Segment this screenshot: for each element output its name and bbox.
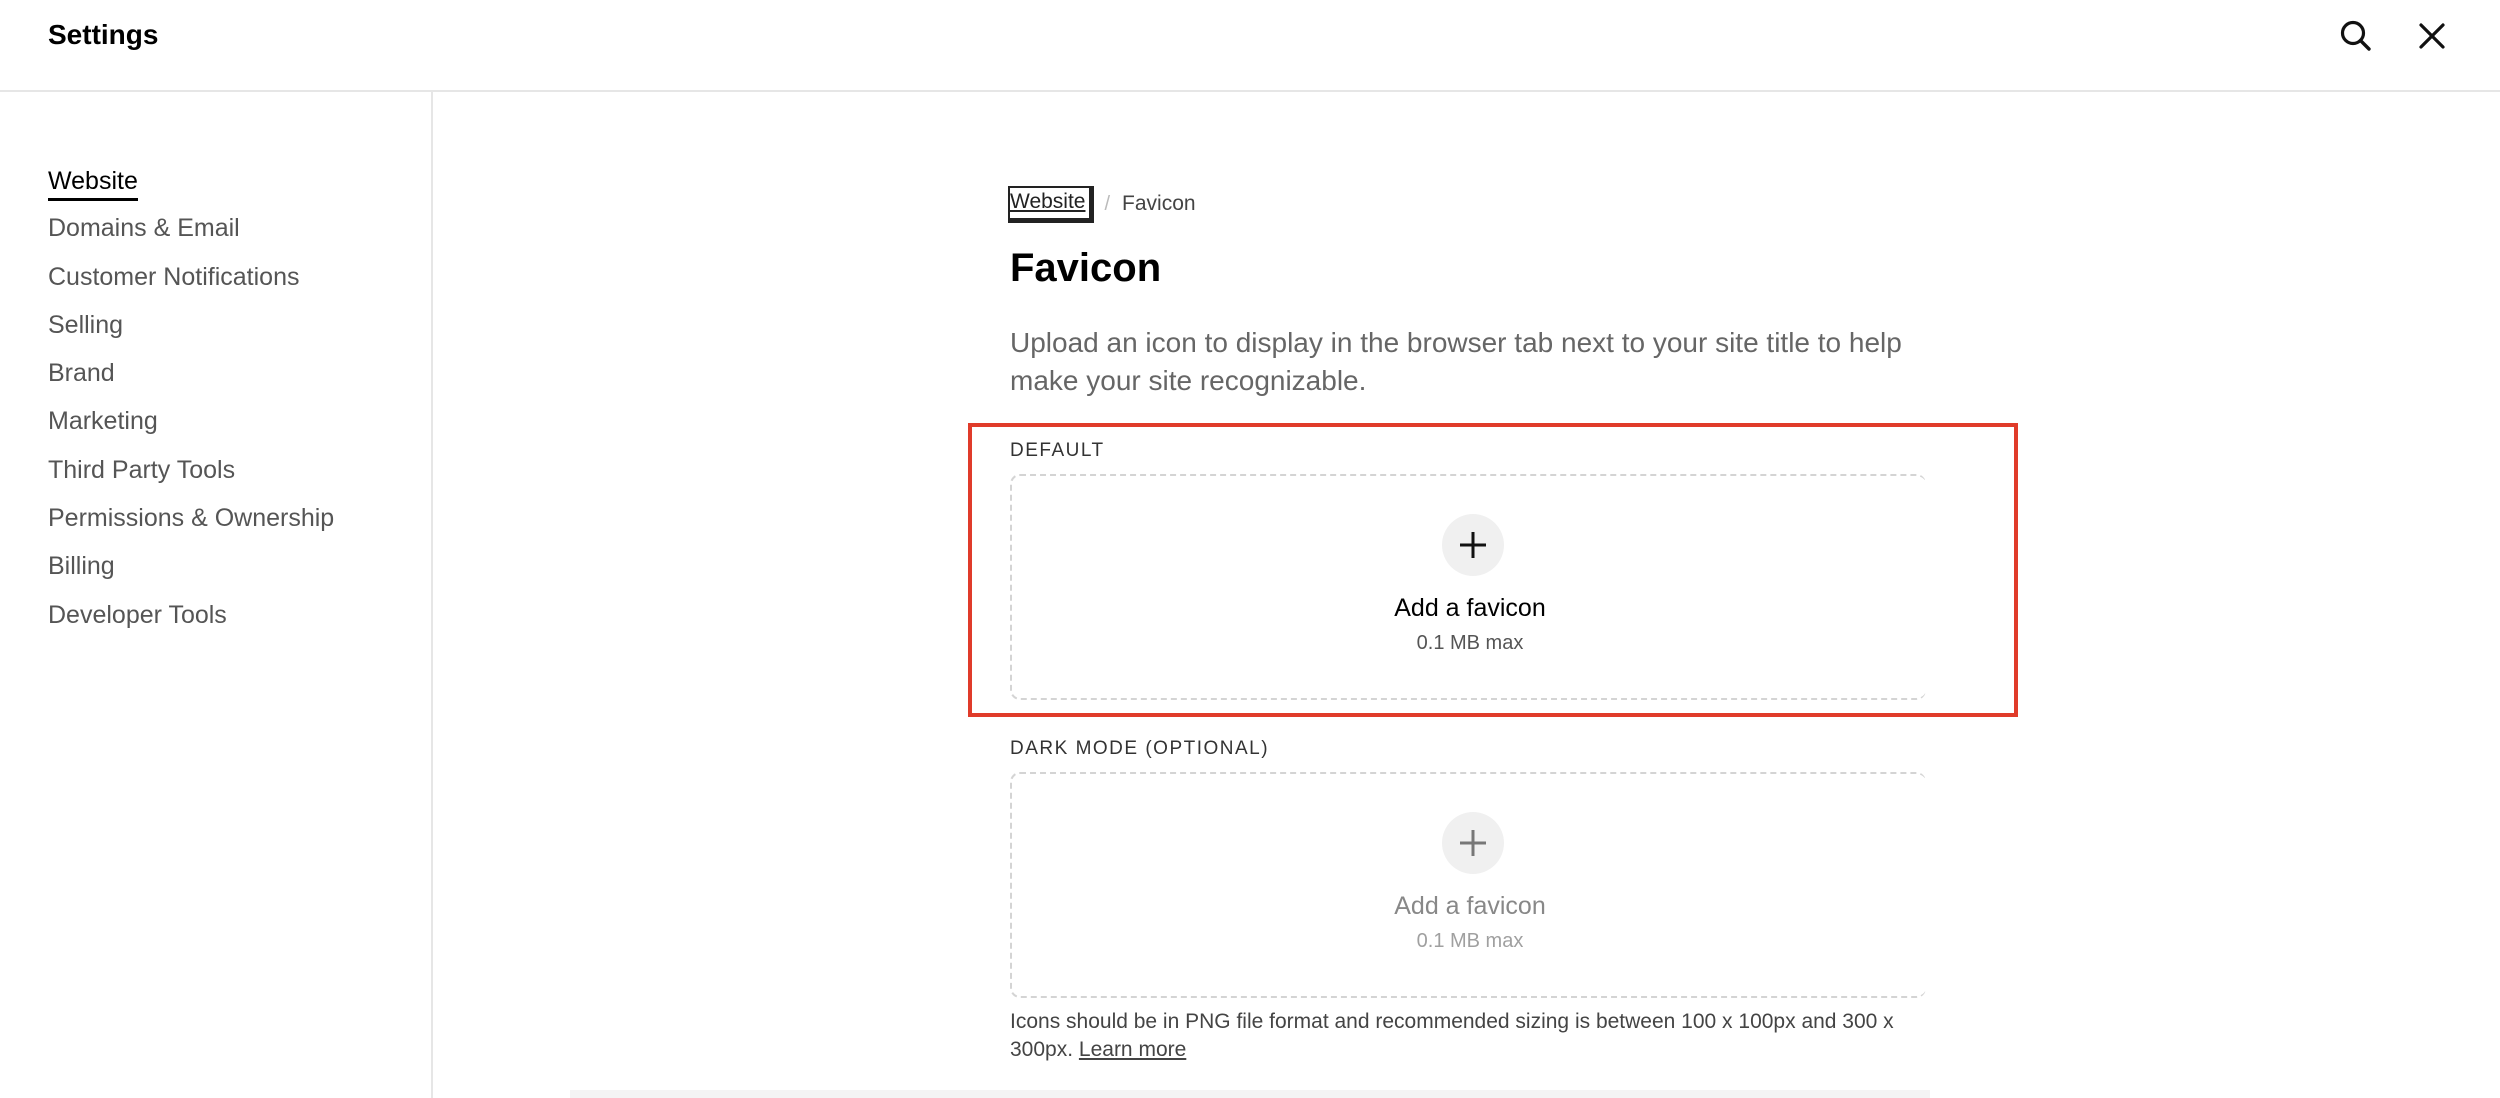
plus-icon [1460,830,1486,856]
breadcrumb-website-link[interactable]: Website [1007,185,1095,223]
sidebar-item-developer-tools[interactable]: Developer Tools [48,593,334,641]
app-title: Settings [48,19,159,50]
dark-mode-section-label: DARK MODE (OPTIONAL) [1010,738,1270,759]
sidebar-item-third-party-tools[interactable]: Third Party Tools [48,448,334,496]
bottom-scroll-fade [570,1090,1930,1098]
sidebar: Website Domains & Email Customer Notific… [0,92,433,1098]
sidebar-item-label: Third Party Tools [48,455,236,484]
dark-mode-favicon-upload[interactable]: Add a favicon 0.1 MB max [1010,772,1926,998]
close-button[interactable] [2410,14,2454,58]
upload-size-limit: 0.1 MB max [1416,930,1524,952]
sidebar-item-label: Customer Notifications [48,262,300,291]
plus-icon [1460,532,1486,558]
upload-title: Add a favicon [1394,892,1546,920]
search-button[interactable] [2334,14,2378,58]
page-description: Upload an icon to display in the browser… [1010,327,1902,396]
sidebar-item-brand[interactable]: Brand [48,351,334,399]
format-footnote: Icons should be in PNG file format and r… [1010,1008,1940,1064]
search-icon [2340,20,2371,51]
close-icon [2419,23,2445,49]
sidebar-item-domains-email[interactable]: Domains & Email [48,206,334,254]
breadcrumb: Website / Favicon [1007,182,1196,226]
add-dark-favicon-button[interactable] [1442,812,1504,874]
upload-title: Add a favicon [1394,594,1546,622]
sidebar-item-label: Marketing [48,407,158,436]
sidebar-item-customer-notifications[interactable]: Customer Notifications [48,255,334,303]
sidebar-item-website[interactable]: Website [48,158,334,206]
sidebar-item-label: Billing [48,552,115,581]
default-favicon-upload[interactable]: Add a favicon 0.1 MB max [1010,474,1926,700]
sidebar-item-billing[interactable]: Billing [48,544,334,592]
sidebar-item-label: Selling [48,310,124,339]
learn-more-link[interactable]: Learn more [1079,1038,1186,1061]
sidebar-item-label: Permissions & Ownership [48,504,335,533]
add-favicon-button[interactable] [1442,514,1504,576]
top-bar: Settings [0,0,2500,92]
sidebar-nav: Website Domains & Email Customer Notific… [48,158,334,641]
default-section-label: DEFAULT [1010,440,1105,461]
sidebar-item-label: Website [48,162,138,201]
sidebar-item-label: Domains & Email [48,214,240,243]
page-title: Favicon [1010,246,1162,290]
breadcrumb-current: Favicon [1122,192,1196,215]
breadcrumb-separator: / [1104,192,1111,215]
sidebar-item-selling[interactable]: Selling [48,303,334,351]
upload-size-limit: 0.1 MB max [1416,632,1524,654]
sidebar-item-label: Developer Tools [48,600,227,629]
sidebar-item-permissions-ownership[interactable]: Permissions & Ownership [48,496,334,544]
sidebar-item-marketing[interactable]: Marketing [48,399,334,447]
sidebar-item-label: Brand [48,359,115,388]
